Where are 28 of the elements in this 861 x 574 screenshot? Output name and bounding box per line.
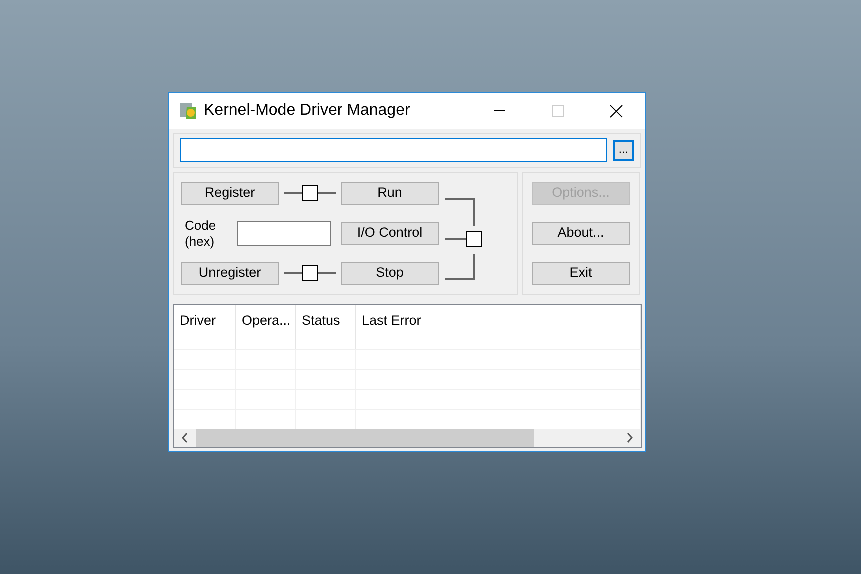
side-button[interactable]: Exit xyxy=(532,262,630,285)
path-input-field[interactable] xyxy=(180,138,607,162)
empty-table-cell xyxy=(174,369,236,389)
column-header[interactable]: Last Error xyxy=(356,305,641,349)
code-label: Code (hex) xyxy=(185,218,218,250)
scroll-left-icon[interactable] xyxy=(182,433,188,443)
empty-table-cell xyxy=(174,389,236,409)
scrollbar-thumb[interactable] xyxy=(196,429,534,447)
side-button[interactable]: About... xyxy=(532,222,630,245)
column-header[interactable]: Opera... xyxy=(236,305,296,349)
unregister-button[interactable]: Unregister xyxy=(181,262,279,285)
horizontal-scrollbar[interactable] xyxy=(174,429,641,447)
column-header[interactable]: Driver xyxy=(174,305,236,349)
io-control-button[interactable]: I/O Control xyxy=(341,222,439,245)
app-icon xyxy=(178,101,198,121)
scroll-right-icon[interactable] xyxy=(627,433,633,443)
browse-button[interactable]: ... xyxy=(613,140,634,160)
empty-table-cell xyxy=(174,349,236,369)
stop-button[interactable]: Stop xyxy=(341,262,439,285)
empty-table-cell xyxy=(296,349,356,369)
code-input-field[interactable] xyxy=(237,221,331,246)
window-title: Kernel-Mode Driver Manager xyxy=(204,101,412,121)
empty-table-cell xyxy=(236,349,296,369)
run-button[interactable]: Run xyxy=(341,182,439,205)
maximize-icon xyxy=(552,105,564,117)
column-header[interactable]: Status xyxy=(296,305,356,349)
close-icon xyxy=(610,104,622,118)
register-button[interactable]: Register xyxy=(181,182,279,205)
